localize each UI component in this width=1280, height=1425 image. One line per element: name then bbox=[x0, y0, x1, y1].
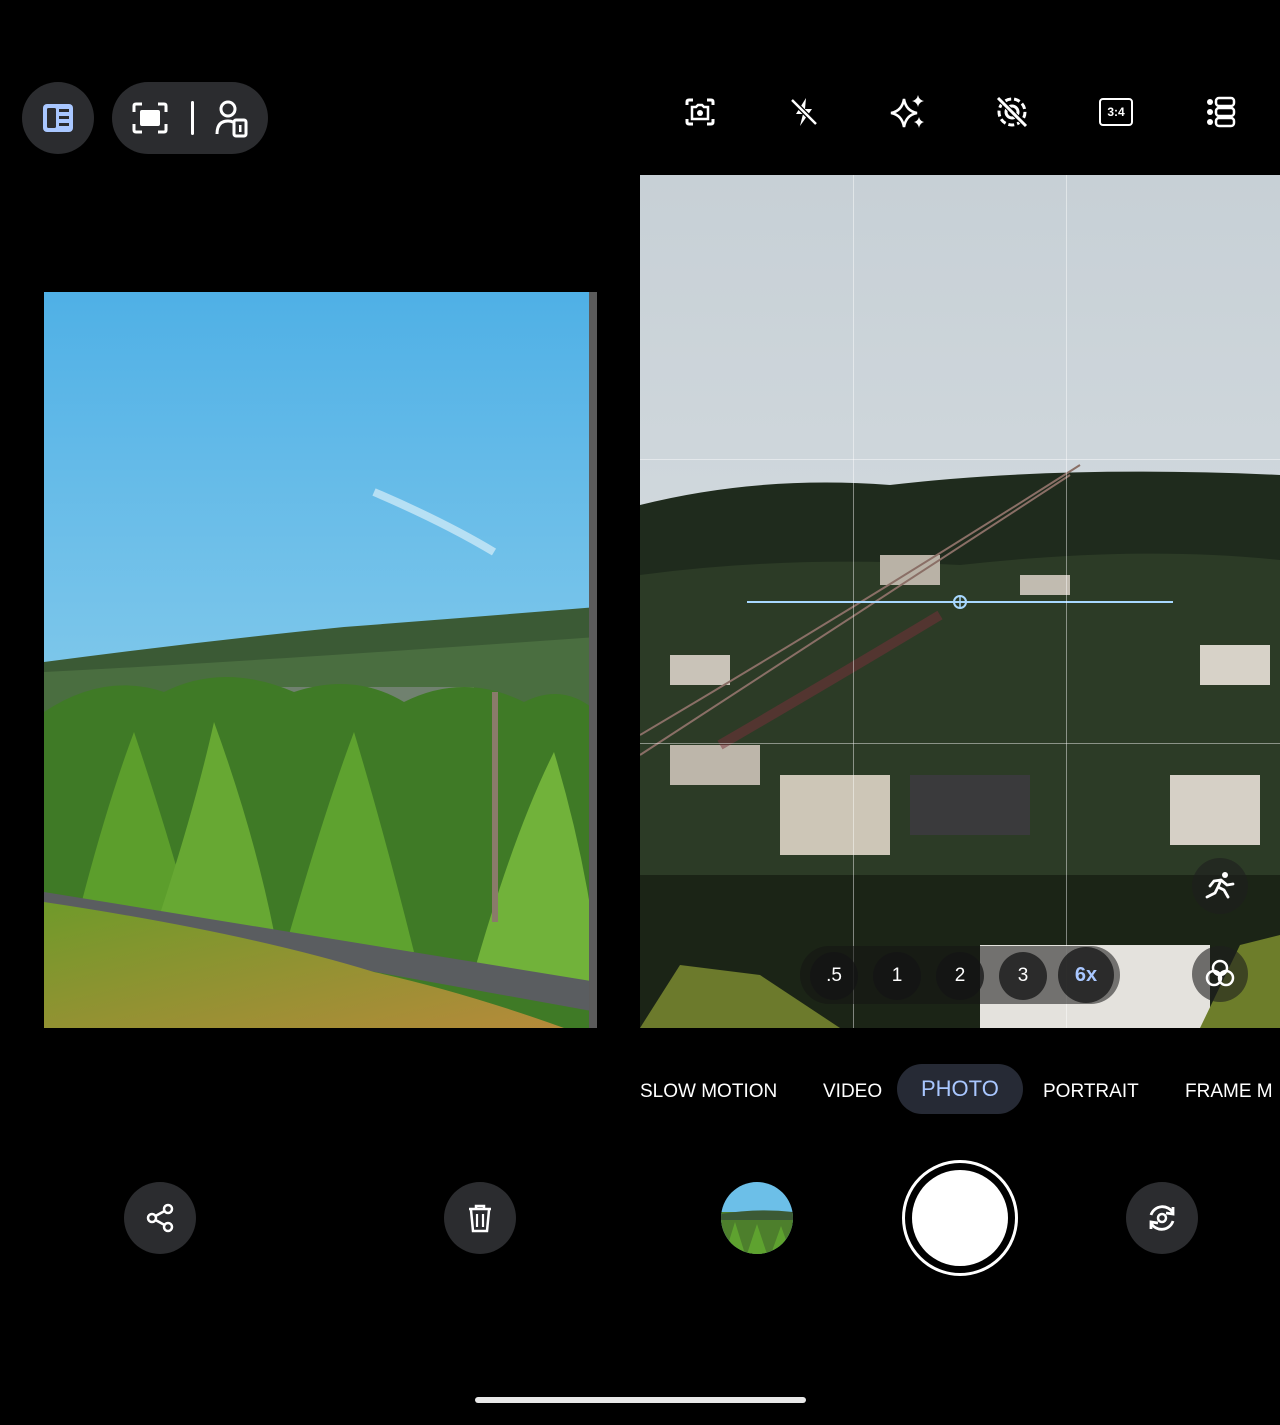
share-button[interactable] bbox=[124, 1182, 196, 1254]
grid-line bbox=[640, 459, 1280, 460]
mode-portrait[interactable]: PORTRAIT bbox=[1043, 1072, 1139, 1112]
filters-icon bbox=[1203, 957, 1237, 991]
more-settings-icon[interactable] bbox=[1194, 86, 1246, 138]
camera-viewfinder[interactable] bbox=[640, 175, 1280, 1028]
zoom-6x[interactable]: 6x bbox=[1058, 947, 1114, 1003]
captured-photo-preview[interactable] bbox=[44, 292, 597, 1028]
switch-camera-button[interactable] bbox=[1126, 1182, 1198, 1254]
filters-button[interactable] bbox=[1192, 946, 1248, 1002]
mode-slow-motion[interactable]: SLOW MOTION bbox=[640, 1072, 780, 1112]
side-panel-icon bbox=[40, 100, 76, 136]
gallery-thumbnail[interactable] bbox=[721, 1182, 793, 1254]
flash-off-icon[interactable] bbox=[778, 86, 830, 138]
trash-icon bbox=[465, 1202, 495, 1234]
fullscreen-frame-icon[interactable] bbox=[130, 100, 170, 136]
motion-photo-off-icon[interactable] bbox=[986, 86, 1038, 138]
camera-settings-icon[interactable] bbox=[674, 86, 726, 138]
zoom-3x[interactable]: 3 bbox=[999, 952, 1047, 1000]
grid-line bbox=[853, 175, 854, 1028]
shutter-inner bbox=[912, 1170, 1008, 1266]
mode-photo[interactable]: PHOTO bbox=[897, 1064, 1023, 1114]
person-device-icon[interactable] bbox=[214, 98, 250, 138]
aspect-ratio-label: 3:4 bbox=[1099, 98, 1133, 126]
enhance-sparkle-icon[interactable] bbox=[882, 86, 934, 138]
running-person-icon bbox=[1203, 869, 1237, 903]
motion-mode-button[interactable] bbox=[1192, 858, 1248, 914]
delete-button[interactable] bbox=[444, 1182, 516, 1254]
zoom-0.5x[interactable]: .5 bbox=[810, 952, 858, 1000]
grid-line bbox=[640, 743, 1280, 744]
aspect-ratio-icon[interactable]: 3:4 bbox=[1090, 86, 1142, 138]
panel-toggle-button[interactable] bbox=[22, 82, 94, 154]
mode-video[interactable]: VIDEO bbox=[823, 1072, 882, 1112]
zoom-1x[interactable]: 1 bbox=[873, 952, 921, 1000]
switch-camera-icon bbox=[1145, 1201, 1179, 1235]
capture-mode-group bbox=[112, 82, 268, 154]
shutter-button[interactable] bbox=[902, 1160, 1018, 1276]
mode-frame[interactable]: FRAME M bbox=[1185, 1072, 1280, 1112]
share-icon bbox=[144, 1202, 176, 1234]
home-indicator[interactable] bbox=[475, 1397, 806, 1403]
zoom-2x[interactable]: 2 bbox=[936, 952, 984, 1000]
group-divider bbox=[190, 101, 194, 135]
grid-line bbox=[1066, 175, 1067, 1028]
